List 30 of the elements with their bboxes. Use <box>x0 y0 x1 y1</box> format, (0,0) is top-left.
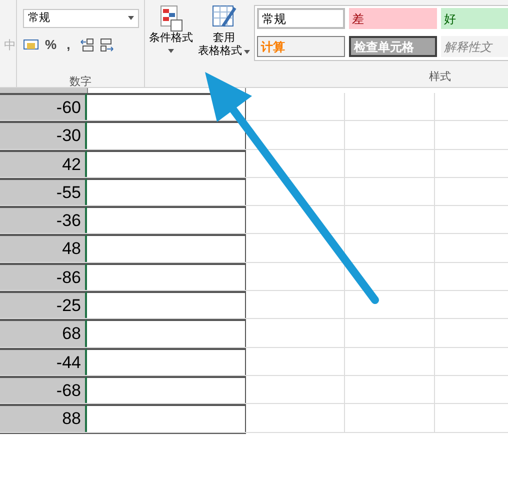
conditional-format-button[interactable]: 条件格式 <box>145 4 197 53</box>
caret-icon <box>128 16 134 20</box>
table-cell: 68 <box>0 319 87 347</box>
group-label: 数字 <box>70 74 92 90</box>
number-format-dropdown[interactable]: 常规 <box>23 9 139 28</box>
table-cell: -30 <box>0 121 87 149</box>
table-cell: -86 <box>0 262 87 290</box>
cell-style-item[interactable]: 解释性文 <box>441 36 508 57</box>
percent-button[interactable]: % <box>45 34 57 54</box>
table-cell: -55 <box>0 178 87 206</box>
cell-style-item[interactable]: 差 <box>349 8 437 29</box>
table-cell: 88 <box>0 404 87 432</box>
table-cell: -36 <box>0 206 87 234</box>
cell-style-item[interactable]: 常规 <box>257 8 345 29</box>
cell-style-item[interactable]: 好 <box>441 8 508 29</box>
table-cell: 42 <box>0 150 87 177</box>
table-cell: -25 <box>0 291 87 318</box>
caret-icon <box>168 49 174 53</box>
table-format-button[interactable]: 套用 表格格式 <box>197 4 251 58</box>
decrease-decimal-icon[interactable] <box>100 38 114 52</box>
increase-decimal-icon[interactable] <box>80 38 94 52</box>
table-cell: -44 <box>0 348 87 375</box>
caret-icon <box>244 50 250 54</box>
currency-icon[interactable] <box>23 38 39 52</box>
table-cell: -68 <box>0 376 87 404</box>
conditional-format-icon <box>159 4 183 32</box>
table-cell: -60 <box>0 93 87 120</box>
group-label: 样式 <box>429 70 452 85</box>
table-cell: 48 <box>0 234 87 262</box>
comma-button[interactable]: , <box>62 34 74 54</box>
